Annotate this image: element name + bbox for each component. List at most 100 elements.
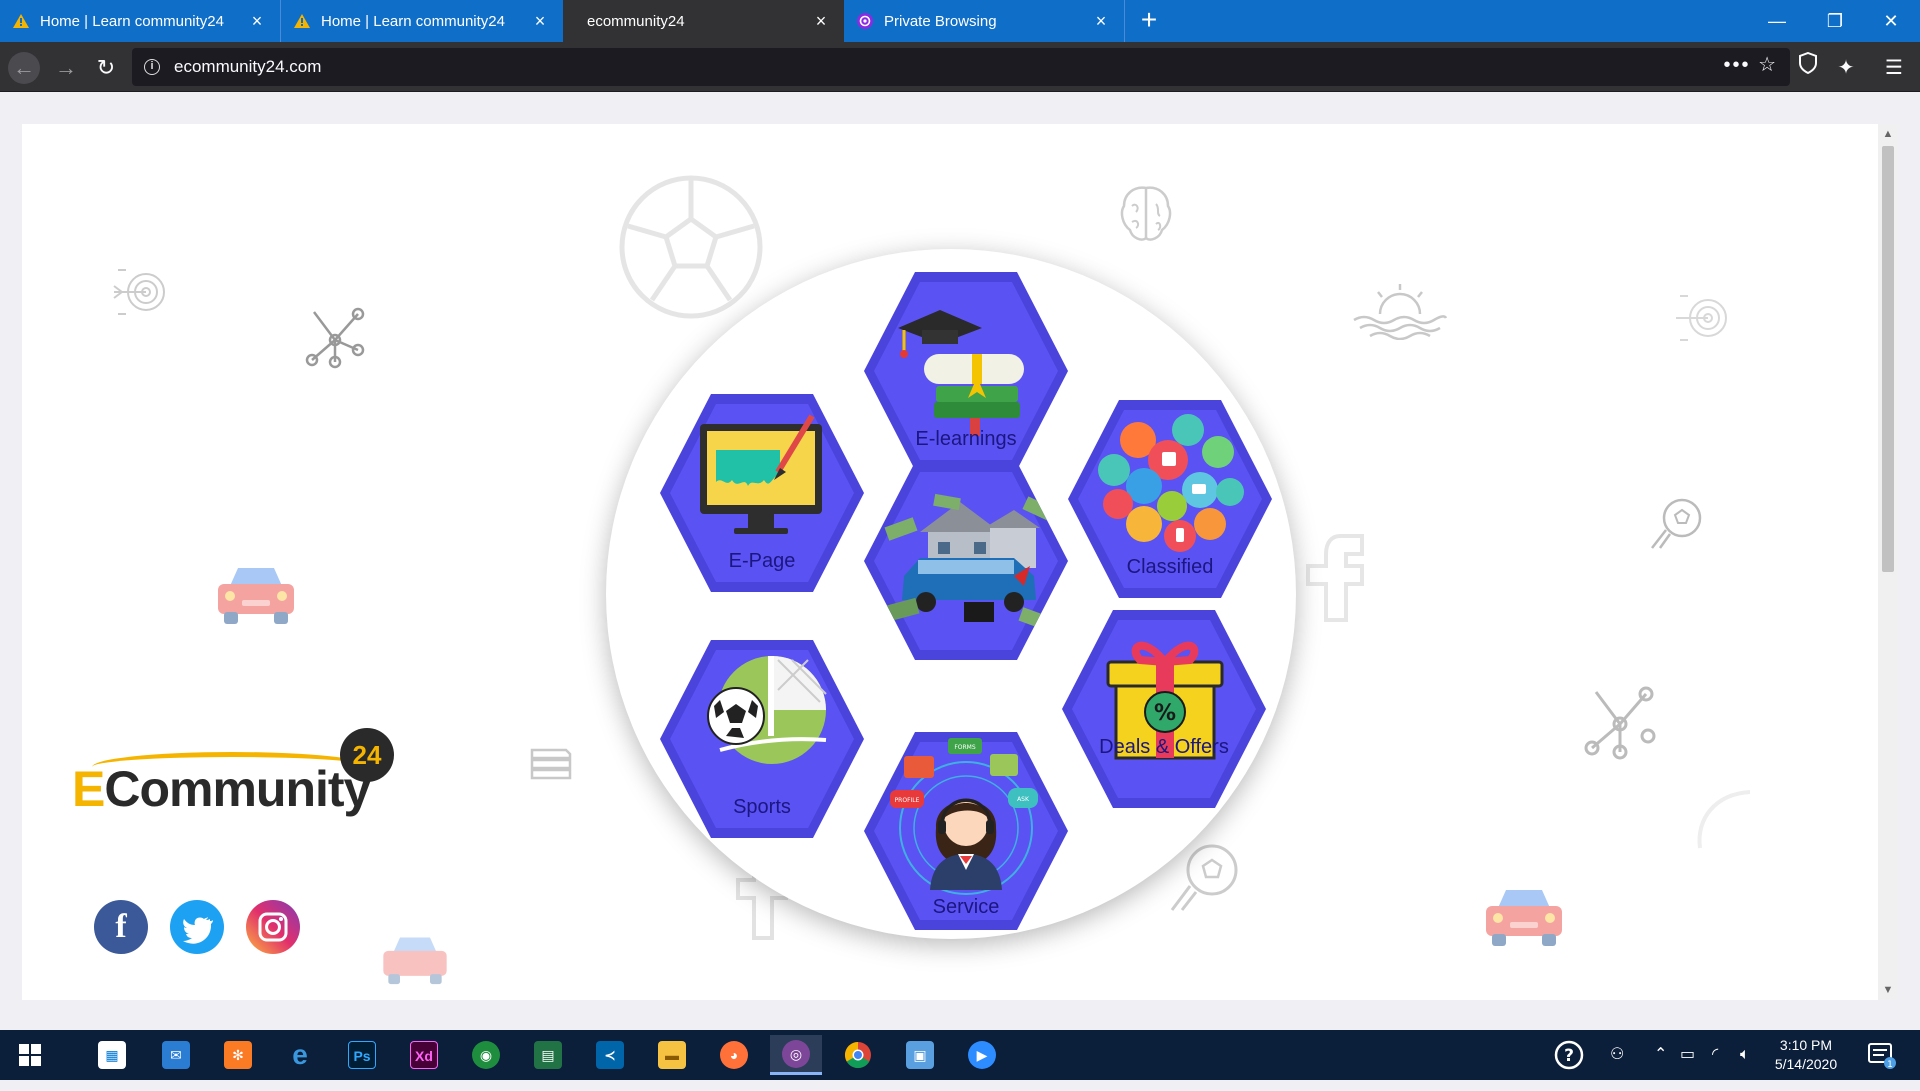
video-camera-icon: ▶ (968, 1041, 996, 1069)
restore-icon[interactable]: ❐ (1812, 6, 1858, 36)
page-actions-icon[interactable]: ••• ☆ (1723, 52, 1778, 77)
profile-bubble-label: PROFILE (895, 797, 920, 804)
browser-viewport: E-learnings E-Page Classified Sports % D… (0, 92, 1920, 1030)
sunset-icon (1353, 284, 1448, 340)
mail-icon: ✉ (162, 1041, 190, 1069)
notification-center-icon[interactable]: 1 (1866, 1030, 1896, 1091)
chrome-icon (844, 1041, 871, 1069)
kicked-ball-icon (1651, 498, 1702, 549)
photoshop-icon: Ps (348, 1041, 376, 1069)
reload-icon[interactable]: ↻ (90, 52, 122, 84)
taskbar-mail[interactable]: ✉ (150, 1035, 202, 1075)
magic-wand-icon[interactable]: ✦ (1830, 52, 1862, 84)
people-icon[interactable]: ⚇ (1610, 1030, 1624, 1080)
clock-time: 3:10 PM (1779, 1037, 1833, 1053)
new-tab-button[interactable]: + (1134, 6, 1164, 36)
hex-label: Deals & Offers (1099, 736, 1229, 758)
taskbar-explorer[interactable]: ▬ (646, 1035, 698, 1075)
start-button[interactable] (4, 1035, 56, 1075)
facebook-outline-icon (1306, 534, 1364, 622)
hamburger-menu-icon[interactable]: ☰ (1878, 52, 1910, 84)
bookmark-star-icon[interactable]: ☆ (1758, 54, 1778, 76)
instagram-icon[interactable] (246, 900, 300, 954)
tab-private-browsing[interactable]: Private Browsing × (844, 0, 1124, 42)
web-page: E-learnings E-Page Classified Sports % D… (22, 124, 1878, 1000)
car-icon (1486, 890, 1562, 946)
taskbar-tor[interactable]: ◎ (770, 1035, 822, 1075)
taskbar-store[interactable]: ▦ (86, 1035, 138, 1075)
site-info-icon[interactable]: i (144, 59, 160, 75)
tab-divider (1124, 0, 1125, 42)
help-icon[interactable]: ? (1554, 1030, 1584, 1091)
close-tab-icon[interactable]: × (531, 12, 549, 30)
target-icon (113, 269, 165, 315)
taskbar-vscode[interactable]: ≺ (584, 1035, 636, 1075)
books-stack-icon (530, 748, 572, 780)
system-clock[interactable]: 3:10 PM 5/14/2020 (1770, 1036, 1842, 1074)
car-icon (218, 568, 294, 624)
soccer-ball-icon (619, 175, 763, 319)
battery-icon[interactable]: ▭ (1680, 1030, 1695, 1080)
warning-triangle-icon (294, 14, 310, 28)
wifi-icon[interactable]: ◜ (1712, 1030, 1718, 1080)
forward-arrow-icon[interactable]: → (50, 52, 82, 84)
taskbar-xampp[interactable]: ✻ (212, 1035, 264, 1075)
taskbar-maps[interactable]: ◉ (460, 1035, 512, 1075)
back-arrow-icon[interactable]: ← (8, 52, 40, 84)
private-mask-icon: ◎ (782, 1039, 810, 1068)
twitter-icon[interactable] (170, 900, 224, 954)
taskbar-zoom[interactable]: ▶ (956, 1035, 1008, 1075)
more-actions-icon[interactable]: ••• (1723, 54, 1750, 76)
minimize-icon[interactable]: — (1754, 6, 1800, 36)
windows-logo-icon (19, 1044, 41, 1066)
taskbar-sheet[interactable]: ▤ (522, 1035, 574, 1075)
taskbar-control-panel[interactable]: ▣ (894, 1035, 946, 1075)
close-tab-icon[interactable]: × (1092, 12, 1110, 30)
brain-icon (1120, 186, 1172, 241)
scroll-down-icon[interactable]: ▼ (1878, 980, 1898, 1000)
tab-title: Private Browsing (884, 12, 997, 30)
close-tab-icon[interactable]: × (812, 12, 830, 30)
ecommunity24-logo[interactable]: 24 ECommunity (72, 728, 394, 818)
shield-icon[interactable] (1792, 51, 1824, 84)
tab-home-2[interactable]: Home | Learn community24 × (281, 0, 563, 42)
tab-title: Home | Learn community24 (40, 12, 224, 30)
adobe-xd-icon: Xd (410, 1041, 438, 1069)
taskbar-edge[interactable]: e (274, 1035, 326, 1075)
windows-taskbar: ▦ ✉ ✻ e Ps Xd ◉ ▤ ≺ ▬ ◕ ◎ ▣ ▶ ? ⚇ ⌃ ▭ ◜ … (0, 1030, 1920, 1080)
taskbar-chrome[interactable] (832, 1035, 884, 1075)
vscode-icon: ≺ (596, 1041, 624, 1069)
logo-arc (92, 752, 372, 782)
scroll-up-icon[interactable]: ▲ (1878, 124, 1898, 144)
store-icon: ▦ (98, 1041, 126, 1069)
volume-icon[interactable]: 🔈︎ (1740, 1030, 1750, 1080)
scroll-thumb[interactable] (1882, 146, 1894, 572)
close-tab-icon[interactable]: × (248, 12, 266, 30)
firefox-icon: ◕ (720, 1041, 748, 1069)
chevron-up-icon[interactable]: ⌃ (1654, 1030, 1667, 1080)
edge-icon: e (292, 1039, 308, 1070)
tab-home-1[interactable]: Home | Learn community24 × (0, 0, 280, 42)
map-pin-icon: ◉ (472, 1041, 500, 1069)
address-bar[interactable]: i ecommunity24.com ••• ☆ (132, 48, 1790, 86)
svg-text:?: ? (1564, 1046, 1574, 1066)
warning-triangle-icon (13, 14, 29, 28)
notification-count: 1 (1887, 1060, 1893, 1070)
control-panel-icon: ▣ (906, 1041, 934, 1069)
navigation-toolbar: ← → ↻ i ecommunity24.com ••• ☆ ✦ ☰ (0, 42, 1920, 92)
ask-bubble-label: ASK (1017, 796, 1030, 803)
tab-ecommunity24[interactable]: ecommunity24 × (563, 0, 844, 42)
facebook-icon[interactable]: f (94, 900, 148, 954)
xampp-icon: ✻ (224, 1041, 252, 1069)
tab-strip: Home | Learn community24 × Home | Learn … (0, 0, 1920, 42)
svg-text:%: % (1154, 701, 1176, 726)
url-text[interactable]: ecommunity24.com (174, 57, 321, 77)
taskbar-xd[interactable]: Xd (398, 1035, 450, 1075)
taskbar-photoshop[interactable]: Ps (336, 1035, 388, 1075)
folder-icon: ▬ (658, 1041, 686, 1069)
spreadsheet-icon: ▤ (534, 1041, 562, 1069)
page-scrollbar[interactable]: ▲ ▼ (1878, 124, 1898, 1000)
close-window-icon[interactable]: ✕ (1868, 6, 1914, 36)
clock-date: 5/14/2020 (1774, 1056, 1838, 1072)
taskbar-firefox[interactable]: ◕ (708, 1035, 760, 1075)
